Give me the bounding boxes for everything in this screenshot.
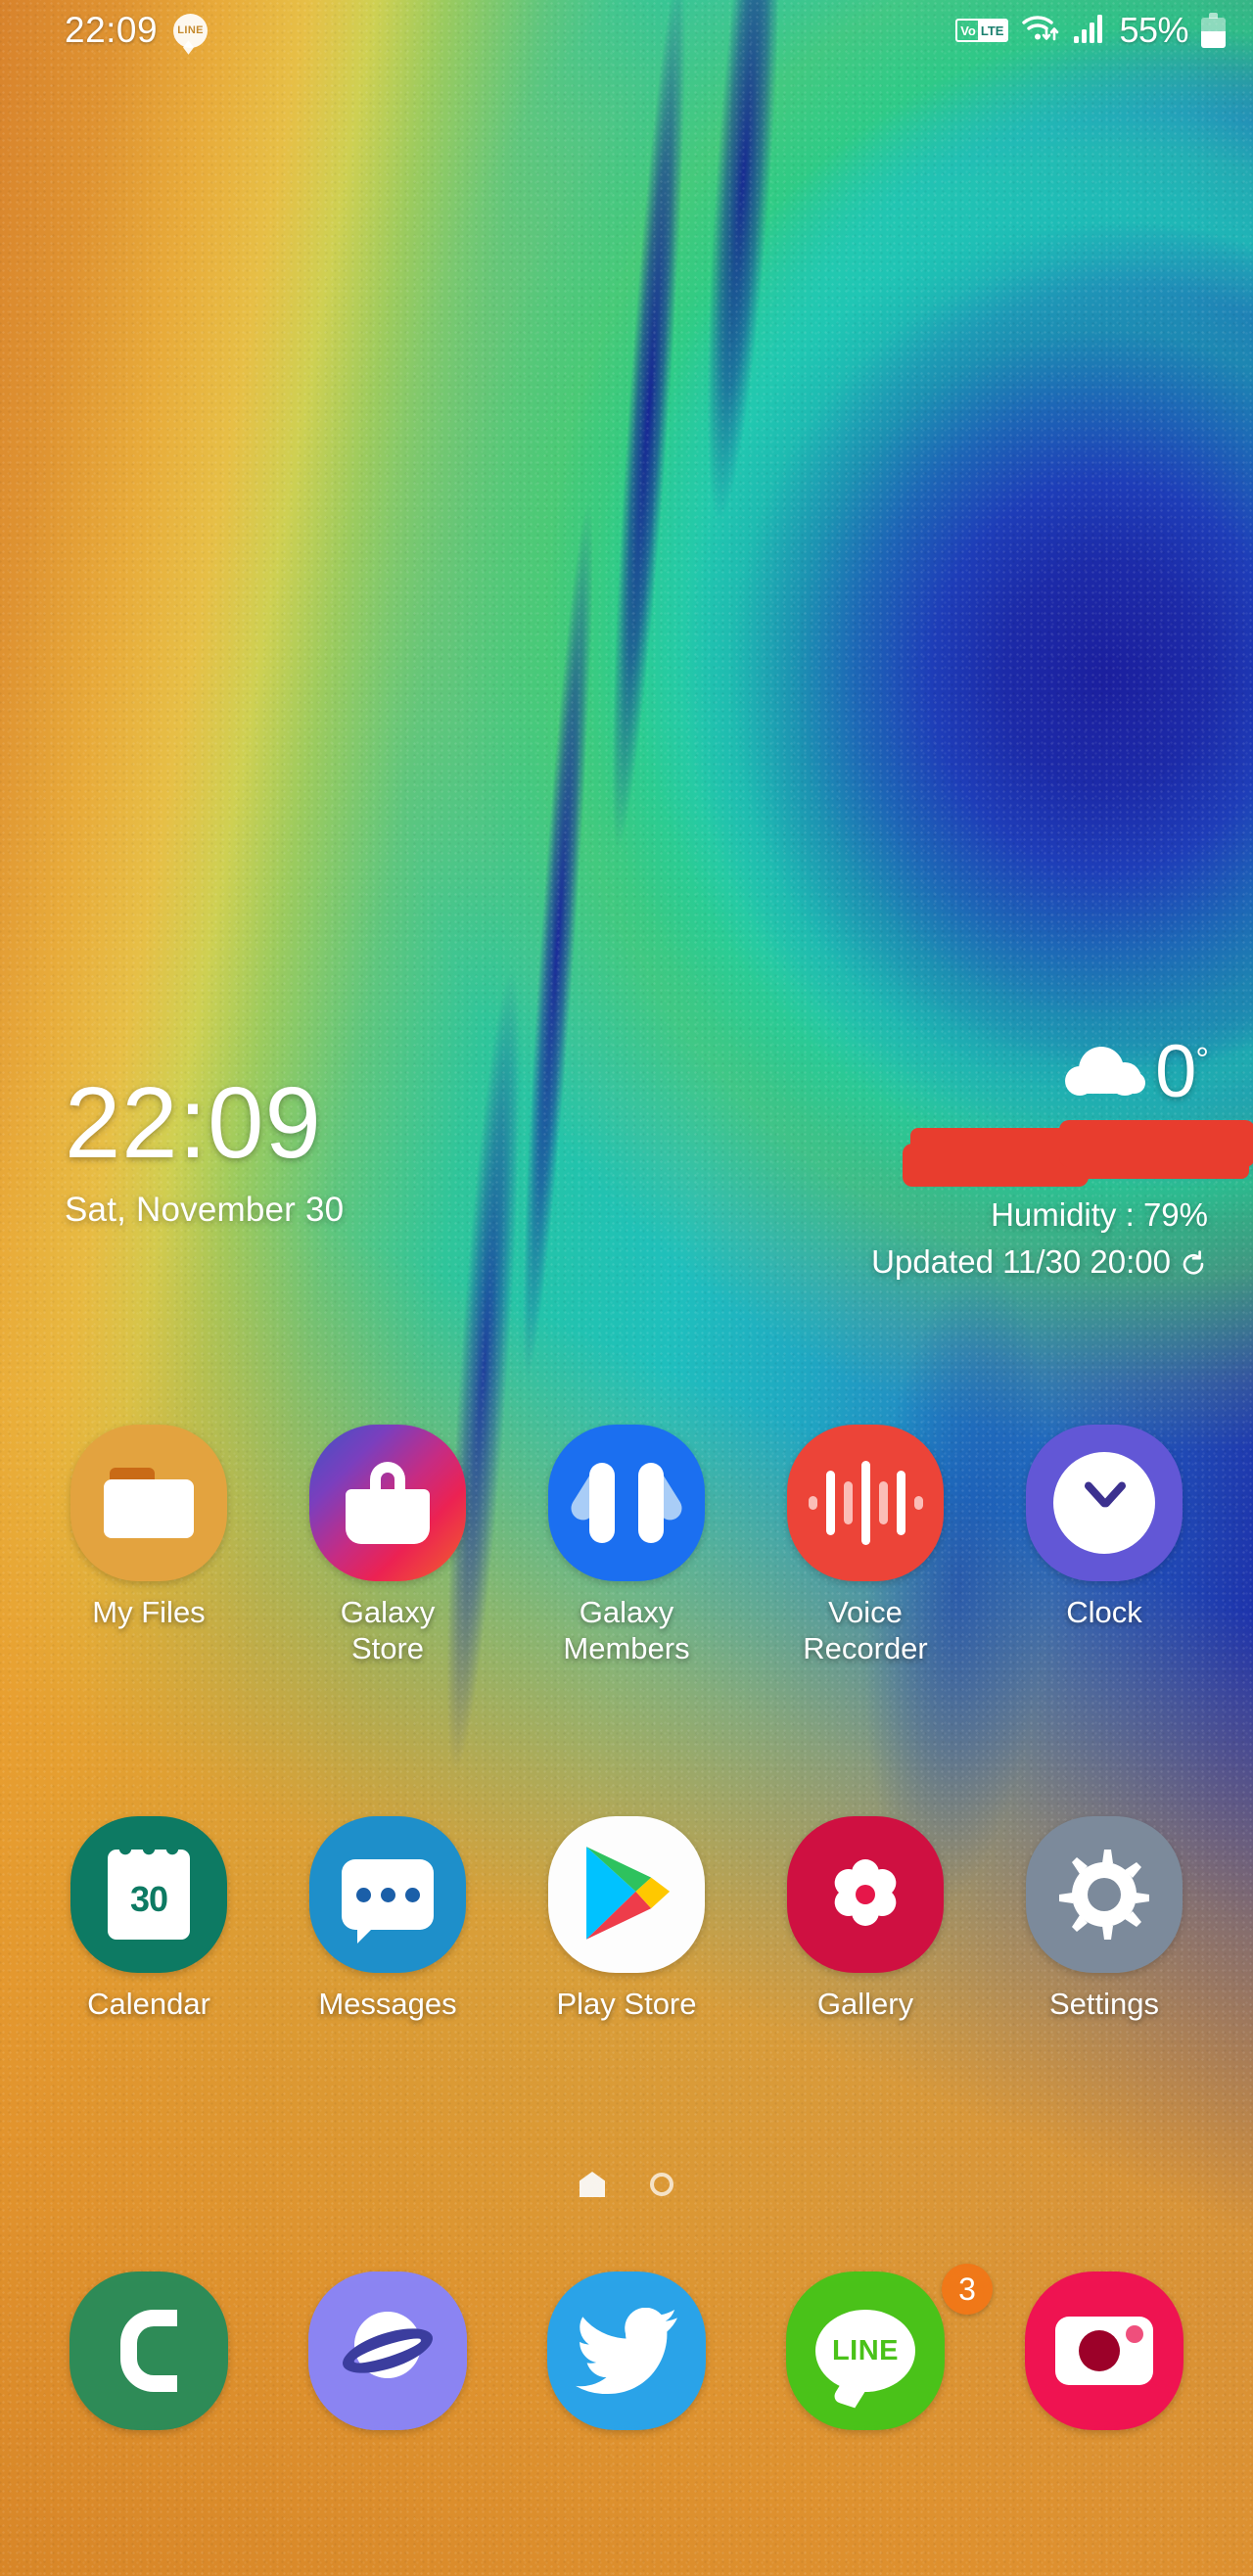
volte-prefix: Vo [960, 23, 976, 38]
gallery-icon[interactable] [787, 1816, 944, 1973]
app-label: Voice Recorder [803, 1595, 928, 1665]
volte-icon: Vo LTE [955, 19, 1009, 42]
wifi-icon [1021, 12, 1060, 50]
home-page-icon[interactable] [580, 2172, 605, 2197]
my-files-icon[interactable] [70, 1425, 227, 1581]
twitter-icon[interactable] [547, 2272, 706, 2430]
volte-suffix: LTE [977, 21, 1007, 40]
app-clock[interactable]: Clock [985, 1425, 1224, 1666]
battery-icon [1201, 13, 1226, 48]
dock-app-camera[interactable] [985, 2272, 1224, 2430]
weather-updated-label: Updated 11/30 20:00 [871, 1242, 1171, 1280]
home-screen: 22:09 LINE Vo LTE 55% 22:09 Sat, Novembe… [0, 0, 1253, 2576]
app-label: My Files [92, 1595, 206, 1629]
status-bar-right: Vo LTE 55% [955, 10, 1226, 51]
app-messages[interactable]: Messages [268, 1816, 507, 2023]
weather-current: 0° [871, 1035, 1209, 1109]
app-label: Clock [1066, 1595, 1142, 1629]
calendar-day: 30 [129, 1879, 168, 1919]
refresh-icon[interactable] [1181, 1248, 1208, 1276]
app-voice-recorder[interactable]: Voice Recorder [746, 1425, 985, 1666]
settings-icon[interactable] [1026, 1816, 1183, 1973]
clock-widget-time: 22:09 [65, 1066, 322, 1179]
cloud-icon [1063, 1045, 1151, 1100]
status-bar[interactable]: 22:09 LINE Vo LTE 55% [0, 0, 1253, 61]
battery-percent: 55% [1119, 10, 1188, 50]
dock-app-line[interactable]: LINE 3 [746, 2264, 993, 2430]
app-label: Galaxy Members [563, 1595, 690, 1665]
app-grid-row-1: My Files Galaxy Store Galaxy Members Voice… [0, 1425, 1253, 1666]
voice-recorder-icon[interactable] [787, 1425, 944, 1581]
status-bar-clock: 22:09 [65, 10, 159, 50]
page-indicator[interactable] [0, 2172, 1253, 2197]
dock-app-internet[interactable] [268, 2272, 507, 2430]
clock-app-icon[interactable] [1026, 1425, 1183, 1581]
app-settings[interactable]: Settings [985, 1816, 1224, 2023]
camera-icon[interactable] [1025, 2272, 1183, 2430]
clock-widget-date: Sat, November 30 [65, 1191, 345, 1229]
status-bar-left: 22:09 LINE [65, 10, 209, 51]
messages-icon[interactable] [309, 1816, 466, 1973]
weather-updated[interactable]: Updated 11/30 20:00 [871, 1243, 1208, 1281]
weather-humidity: Humidity : 79% [991, 1195, 1208, 1233]
app-gallery[interactable]: Gallery [746, 1816, 985, 2023]
app-label: Calendar [87, 1987, 210, 2021]
app-calendar[interactable]: 30 Calendar [29, 1816, 268, 2023]
clock-widget[interactable]: 22:09 Sat, November 30 [65, 1072, 344, 1230]
app-label: Settings [1048, 1987, 1159, 2021]
line-notification-badge: 3 [942, 2264, 993, 2315]
dock: LINE 3 [0, 2264, 1253, 2430]
weather-widget[interactable]: 0° Humidity : 79% Updated 11/30 20:00 [871, 1035, 1253, 1281]
redaction-mark [903, 1120, 1253, 1187]
line-icon[interactable]: LINE [786, 2272, 945, 2430]
page-dot-icon[interactable] [650, 2173, 673, 2196]
dock-app-phone[interactable] [29, 2272, 268, 2430]
galaxy-store-icon[interactable] [309, 1425, 466, 1581]
app-galaxy-store[interactable]: Galaxy Store [268, 1425, 507, 1666]
app-grid-row-2: 30 Calendar Messages Play Store Gallery … [0, 1816, 1253, 2023]
line-icon-label: LINE [831, 2334, 900, 2366]
calendar-icon[interactable]: 30 [70, 1816, 227, 1973]
galaxy-members-icon[interactable] [548, 1425, 705, 1581]
app-label: Galaxy Store [340, 1595, 436, 1665]
app-label: Messages [318, 1987, 457, 2021]
weather-temperature-value: 0 [1155, 1030, 1196, 1113]
app-galaxy-members[interactable]: Galaxy Members [507, 1425, 746, 1666]
app-label: Play Store [556, 1987, 697, 2021]
dock-app-twitter[interactable] [507, 2272, 746, 2430]
cellular-signal-icon [1073, 13, 1106, 49]
app-my-files[interactable]: My Files [29, 1425, 268, 1666]
degree-symbol: ° [1195, 1041, 1209, 1079]
line-notification-label: LINE [177, 24, 204, 36]
phone-icon[interactable] [70, 2272, 228, 2430]
internet-icon[interactable] [308, 2272, 467, 2430]
line-notification-icon[interactable]: LINE [173, 13, 209, 48]
play-store-icon[interactable] [548, 1816, 705, 1973]
weather-temperature: 0° [1155, 1035, 1209, 1109]
app-label: Gallery [816, 1987, 914, 2021]
app-play-store[interactable]: Play Store [507, 1816, 746, 2023]
